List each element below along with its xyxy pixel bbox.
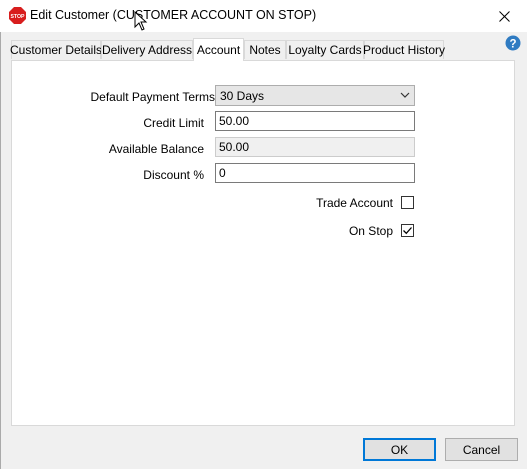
title-bar[interactable]: STOP Edit Customer (CUSTOMER ACCOUNT ON … [0, 0, 527, 32]
cancel-label: Cancel [462, 442, 501, 457]
tab-label: Product History [362, 43, 446, 57]
window-title: Edit Customer (CUSTOMER ACCOUNT ON STOP) [30, 8, 317, 22]
tab-label: Notes [249, 43, 281, 57]
on-stop-checkbox[interactable] [401, 224, 414, 237]
discount-label: Discount % [143, 168, 204, 182]
window-border [0, 32, 1, 469]
payment-terms-value: 30 Days [220, 89, 265, 103]
trade-account-checkbox[interactable] [401, 196, 414, 209]
help-glyph: ? [509, 38, 516, 50]
credit-limit-field[interactable]: 50.00 [215, 111, 415, 131]
tab-notes[interactable]: Notes [244, 40, 286, 59]
close-icon [498, 10, 510, 22]
tab-delivery-address[interactable]: Delivery Address [101, 40, 193, 59]
stop-sign-icon: STOP [9, 7, 26, 24]
help-icon[interactable]: ? [505, 35, 521, 51]
tab-label: Customer Details [9, 43, 103, 57]
trade-account-label: Trade Account [316, 196, 393, 210]
tab-customer-details[interactable]: Customer Details [9, 40, 103, 59]
tab-label: Delivery Address [101, 43, 193, 57]
available-balance-label: Available Balance [108, 142, 204, 156]
available-balance-field: 50.00 [215, 137, 415, 157]
discount-field[interactable]: 0 [215, 163, 415, 183]
credit-limit-label: Credit Limit [143, 116, 204, 130]
payment-terms-label: Default Payment Terms [90, 90, 216, 104]
account-panel: Default Payment Terms 30 Days Credit Lim… [11, 60, 515, 426]
payment-terms-select[interactable]: 30 Days [215, 85, 415, 106]
cancel-button[interactable]: Cancel [445, 438, 518, 461]
tab-label: Account [196, 43, 241, 57]
ok-label: OK [390, 442, 409, 457]
stop-sign-text: STOP [10, 14, 25, 20]
tab-account[interactable]: Account [193, 38, 244, 61]
close-button[interactable] [481, 0, 527, 32]
checkmark-icon [403, 227, 412, 235]
tab-product-history[interactable]: Product History [362, 40, 446, 59]
tab-label: Loyalty Cards [288, 43, 362, 57]
tab-loyalty-cards[interactable]: Loyalty Cards [286, 40, 364, 59]
on-stop-label: On Stop [348, 224, 393, 238]
ok-button[interactable]: OK [363, 438, 436, 461]
edit-customer-dialog: STOP Edit Customer (CUSTOMER ACCOUNT ON … [0, 0, 527, 469]
chevron-down-icon [400, 92, 410, 98]
